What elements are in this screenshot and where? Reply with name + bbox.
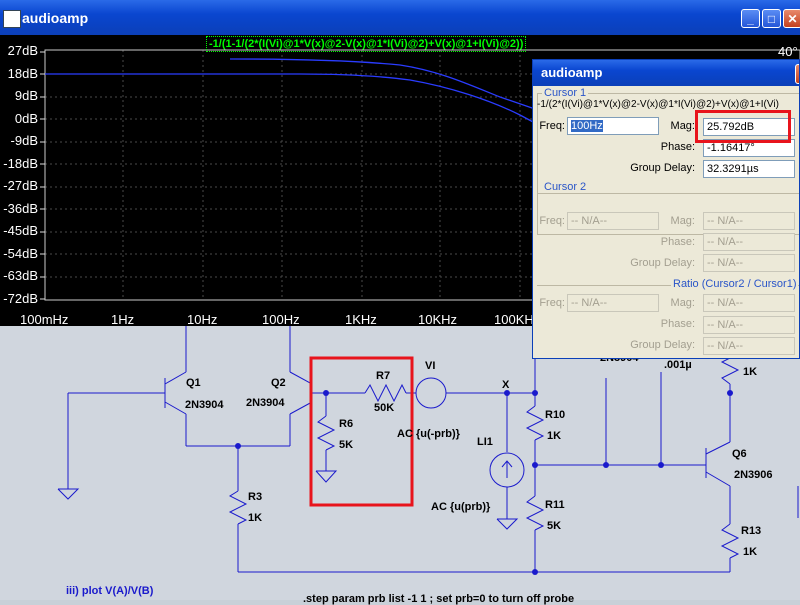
window-title: audioamp [22,10,89,26]
ratio-gd-field: -- N/A-- [703,337,795,355]
r3-label[interactable]: R3 [248,491,262,503]
q2-label[interactable]: Q2 [271,377,286,389]
r6-label[interactable]: R6 [339,418,353,430]
ratio-phase-field: -- N/A-- [703,316,795,334]
y-tick: -18dB [3,156,38,171]
y-tick: -54dB [3,246,38,261]
trace-expression-label[interactable]: -1/(1-1/(2*(I(Vi)@1*V(x)@2-V(x)@1*I(Vi)@… [206,36,527,52]
ratio-title: Ratio (Cursor2 / Cursor1) [671,278,799,290]
q1-part[interactable]: 2N3904 [185,399,224,411]
cursor1-title: Cursor 1 [542,87,589,99]
vi-label[interactable]: VI [425,360,435,372]
ratio-mag-field: -- N/A-- [703,294,795,312]
x-tick: 100Hz [262,312,300,327]
r13-label[interactable]: R13 [741,525,761,537]
x-tick: 1Hz [111,312,135,327]
ratio-freq-label: Freq: [539,297,565,309]
cursor1-freq-label: Freq: [539,120,565,132]
r3-value[interactable]: 1K [248,512,262,524]
cursor1-mag-label: Mag: [670,120,695,132]
x-tick: 1KHz [345,312,377,327]
y-tick: -63dB [3,268,38,283]
cursor2-phase-label: Phase: [660,236,695,248]
ratio-freq-field: -- N/A-- [567,294,659,312]
cursor1-freq-field[interactable]: 100Hz [567,117,659,135]
mag-highlight-box [695,110,791,143]
r13-value[interactable]: 1K [743,546,757,558]
y-tick: -45dB [3,223,38,238]
cursor2-gd-field: -- N/A-- [703,254,795,272]
cursor1-phase-label: Phase: [660,141,695,153]
cursor2-phase-field: -- N/A-- [703,233,795,251]
dialog-title[interactable]: audioamp [533,60,799,86]
dialog-close-button[interactable]: ✕ [795,64,799,84]
r7-label[interactable]: R7 [376,370,390,382]
cursor2-title: Cursor 2 [542,181,589,193]
ratio-gd-label: Group Delay: [630,339,695,351]
r6-value[interactable]: 5K [339,439,353,451]
y-tick: -36dB [3,201,38,216]
maximize-button[interactable]: □ [762,9,781,28]
cursor-dialog: audioamp ✕ Cursor 1 -1/(2*(I(Vi)@1*V(x)@… [532,59,800,359]
window-title-bar: audioamp _ □ ✕ [0,0,800,35]
li1-label[interactable]: LI1 [477,436,493,448]
minimize-button[interactable]: _ [741,9,760,28]
cursor1-gd-label: Group Delay: [630,162,695,174]
ratio-mag-label: Mag: [670,297,695,309]
r11-label[interactable]: R11 [545,499,565,511]
cursor2-freq-field: -- N/A-- [567,212,659,230]
q6-part[interactable]: 2N3906 [734,469,773,481]
cursor1-freq-value: 100Hz [571,120,603,132]
cursor2-mag-label: Mag: [670,215,695,227]
x-tick: 10Hz [187,312,218,327]
vi-spec[interactable]: AC {u(-prb)} [397,428,460,440]
y-tick: -9dB [10,133,38,148]
q2-part[interactable]: 2N3904 [246,397,285,409]
y-tick: -27dB [3,178,38,193]
y-tick: 9dB [14,88,38,103]
cursor2-mag-field: -- N/A-- [703,212,795,230]
node-x-label[interactable]: X [502,379,509,391]
app-icon [3,10,21,28]
phase-axis-tick: 40° [778,44,798,59]
step-directive[interactable]: .step param prb list -1 1 ; set prb=0 to… [303,593,574,605]
q6-label[interactable]: Q6 [732,448,747,460]
r7-value[interactable]: 50K [374,402,394,414]
li1-spec[interactable]: AC {u(prb)} [431,501,490,513]
cursor2-gd-label: Group Delay: [630,257,695,269]
x-tick: 100mHz [20,312,69,327]
r10-value[interactable]: 1K [547,430,561,442]
ratio-phase-label: Phase: [660,318,695,330]
cursor2-freq-label: Freq: [539,215,565,227]
y-tick: 18dB [7,66,38,81]
y-tick: 0dB [14,111,38,126]
comment-plot-note[interactable]: iii) plot V(A)/V(B) [66,585,153,597]
y-tick: -72dB [3,291,38,306]
r10-label[interactable]: R10 [545,409,565,421]
capacitor-value[interactable]: .001µ [664,359,692,371]
q1-label[interactable]: Q1 [186,377,201,389]
r11-value[interactable]: 5K [547,520,561,532]
r-top-value[interactable]: 1K [743,366,757,378]
close-button[interactable]: ✕ [783,9,800,28]
cursor1-gd-field[interactable]: 32.3291µs [703,160,795,178]
cursor1-expression: -1/(2*(I(Vi)@1*V(x)@2-V(x)@1*I(Vi)@2)+V(… [537,99,779,110]
y-tick: 27dB [7,43,38,58]
x-tick: 10KHz [418,312,458,327]
schematic-editor[interactable]: Q1 2N3904 Q2 2N3904 R7 50K R6 5K VI AC {… [0,326,800,605]
